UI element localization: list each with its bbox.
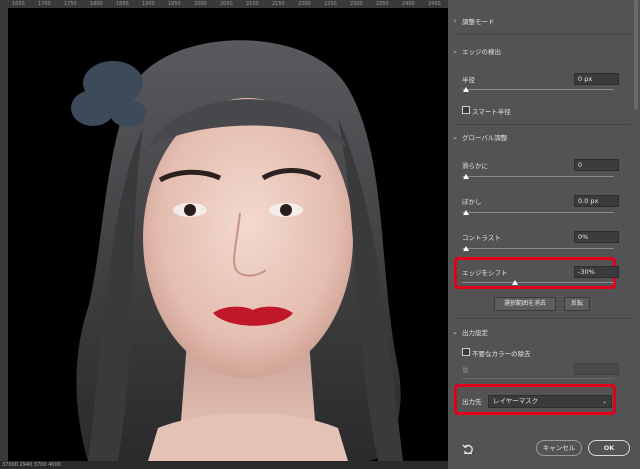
cancel-button[interactable]: キャンセル: [536, 440, 582, 456]
output-to-select[interactable]: レイヤーマスク ⌄: [488, 395, 612, 408]
ruler-tick: 2150: [272, 1, 285, 7]
ruler-tick: 1650: [12, 1, 25, 7]
ruler-tick: 2200: [298, 1, 311, 7]
ruler-tick: 2450: [428, 1, 441, 7]
divider: [454, 318, 630, 319]
radius-slider-track[interactable]: [462, 89, 614, 90]
refine-edge-panel: › 調整モード ⌄ エッジの検出 半径 0 px スマート半径 ⌄ グローバル調…: [448, 0, 640, 469]
ruler-tick: 1750: [64, 1, 77, 7]
ok-button[interactable]: OK: [588, 440, 630, 456]
shift-edge-slider-track[interactable]: [462, 282, 614, 283]
smooth-slider-thumb[interactable]: [463, 174, 469, 179]
section-output-title: 出力設定: [462, 329, 488, 337]
section-edge-detection-title: エッジの検出: [462, 48, 501, 56]
smart-radius-checkbox[interactable]: [462, 106, 470, 114]
smart-radius-label: スマート半径: [472, 108, 511, 116]
decontaminate-checkbox[interactable]: [462, 348, 470, 356]
portrait-photo: [8, 8, 448, 461]
output-to-label: 出力先: [462, 398, 482, 406]
amount-slider-track: [462, 378, 614, 379]
radius-label: 半径: [462, 76, 475, 84]
ruler-tick: 1800: [90, 1, 103, 7]
contrast-slider-thumb[interactable]: [463, 246, 469, 251]
ruler-tick: 2050: [220, 1, 233, 7]
divider: [454, 124, 630, 125]
chevron-down-icon: ⌄: [452, 47, 458, 55]
decontaminate-label: 不要なカラーの除去: [472, 350, 531, 358]
ruler-tick: 2100: [246, 1, 259, 7]
shift-edge-slider-thumb[interactable]: [512, 280, 519, 285]
clear-selection-button[interactable]: 選択範囲を消去: [494, 297, 556, 311]
smooth-field[interactable]: 0: [574, 159, 619, 171]
radius-field[interactable]: 0 px: [574, 73, 619, 85]
contrast-slider-track[interactable]: [462, 248, 614, 249]
panel-scrollbar[interactable]: [634, 0, 638, 110]
ruler-tick: 2000: [194, 1, 207, 7]
ruler-tick: 2350: [376, 1, 389, 7]
section-view-mode-title: 調整モード: [462, 18, 495, 26]
chevron-right-icon: ›: [453, 17, 457, 25]
ruler-tick: 2300: [350, 1, 363, 7]
feather-field[interactable]: 0.0 px: [574, 195, 619, 207]
contrast-label: コントラスト: [462, 234, 501, 242]
ruler-tick: 1900: [142, 1, 155, 7]
smooth-label: 滑らかに: [462, 162, 488, 170]
ruler-tick: 2250: [324, 1, 337, 7]
contrast-field[interactable]: 0%: [574, 231, 619, 243]
shift-edge-label: エッジをシフト: [462, 269, 508, 277]
document-canvas[interactable]: 1650 1700 1750 1800 1850 1900 1950 2000 2050 2100…: [0, 0, 448, 469]
section-global-adjust-title: グローバル調整: [462, 134, 508, 142]
section-view-mode[interactable]: › 調整モード: [448, 12, 634, 30]
feather-label: ぼかし: [462, 198, 482, 206]
shift-edge-field[interactable]: -30%: [574, 266, 619, 278]
ruler-tick: 1700: [38, 1, 51, 7]
amount-label: 量: [462, 366, 469, 374]
output-to-value: レイヤーマスク: [493, 397, 539, 405]
invert-button[interactable]: 反転: [564, 297, 590, 311]
feather-slider-track[interactable]: [462, 212, 614, 213]
chevron-down-icon: ⌄: [452, 328, 458, 336]
reset-icon[interactable]: [462, 443, 474, 455]
smooth-slider-track[interactable]: [462, 176, 614, 177]
section-output[interactable]: ⌄ 出力設定: [448, 323, 634, 341]
section-global-adjust[interactable]: ⌄ グローバル調整: [448, 128, 634, 146]
chevron-down-icon: ⌄: [601, 398, 607, 405]
ruler-tick: 1950: [168, 1, 181, 7]
ruler-tick: 1850: [116, 1, 129, 7]
status-bar: 37000 2940 3700 4000: [0, 461, 448, 469]
section-edge-detection[interactable]: ⌄ エッジの検出: [448, 42, 634, 60]
ruler-tick: 2400: [402, 1, 415, 7]
feather-slider-thumb[interactable]: [463, 210, 469, 215]
radius-slider-thumb[interactable]: [463, 87, 469, 92]
amount-field: [574, 363, 619, 375]
divider: [454, 34, 630, 35]
chevron-down-icon: ⌄: [452, 133, 458, 141]
